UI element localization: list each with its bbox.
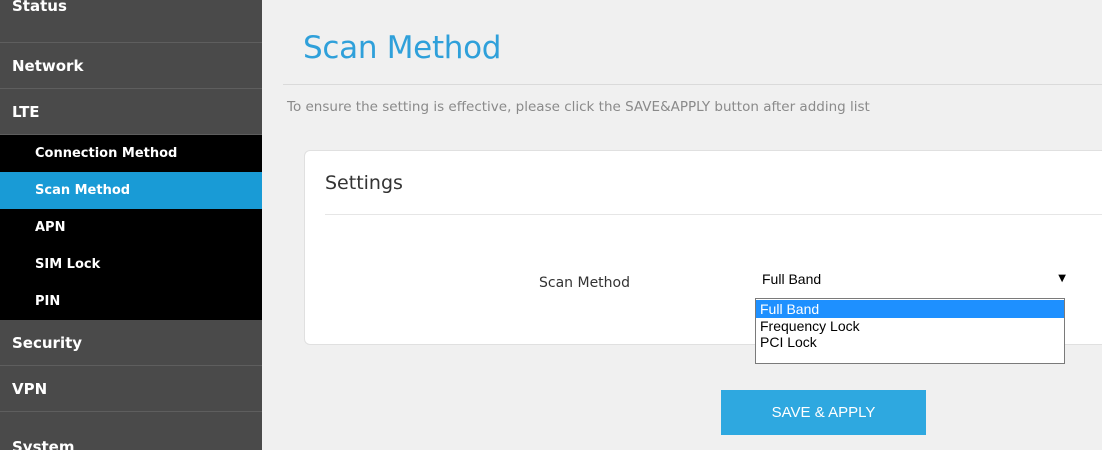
nav-security[interactable]: Security [0, 320, 262, 366]
option-pci-lock[interactable]: PCI Lock [756, 334, 1064, 350]
lte-submenu: Connection Method Scan Method APN SIM Lo… [0, 135, 262, 320]
sidebar-item-sim-lock[interactable]: SIM Lock [0, 246, 262, 283]
select-value: Full Band [762, 271, 822, 287]
page-title: Scan Method [303, 30, 502, 66]
option-frequency-lock[interactable]: Frequency Lock [756, 318, 1064, 334]
scan-method-dropdown: Full Band Frequency Lock PCI Lock [755, 298, 1065, 364]
card-divider [325, 214, 1102, 215]
title-divider [283, 84, 1102, 85]
nav-lte[interactable]: LTE [0, 89, 262, 135]
dropdown-arrow-icon: ▼ [1058, 273, 1066, 284]
nav-vpn[interactable]: VPN [0, 366, 262, 412]
sidebar: Status Network LTE Connection Method Sca… [0, 0, 262, 450]
nav-system[interactable]: System [0, 412, 262, 450]
hint-text: To ensure the setting is effective, plea… [287, 99, 870, 115]
scan-method-label: Scan Method [539, 275, 630, 291]
sidebar-item-connection-method[interactable]: Connection Method [0, 135, 262, 172]
save-apply-button[interactable]: SAVE & APPLY [721, 390, 926, 435]
option-full-band[interactable]: Full Band [756, 300, 1064, 318]
nav-status[interactable]: Status [0, 0, 262, 43]
sidebar-item-pin[interactable]: PIN [0, 283, 262, 320]
scan-method-select[interactable]: Full Band ▼ [758, 267, 1074, 291]
sidebar-item-scan-method[interactable]: Scan Method [0, 172, 262, 209]
main-content: Scan Method To ensure the setting is eff… [262, 0, 1102, 450]
sidebar-item-apn[interactable]: APN [0, 209, 262, 246]
nav-network[interactable]: Network [0, 43, 262, 89]
card-title: Settings [325, 172, 403, 194]
